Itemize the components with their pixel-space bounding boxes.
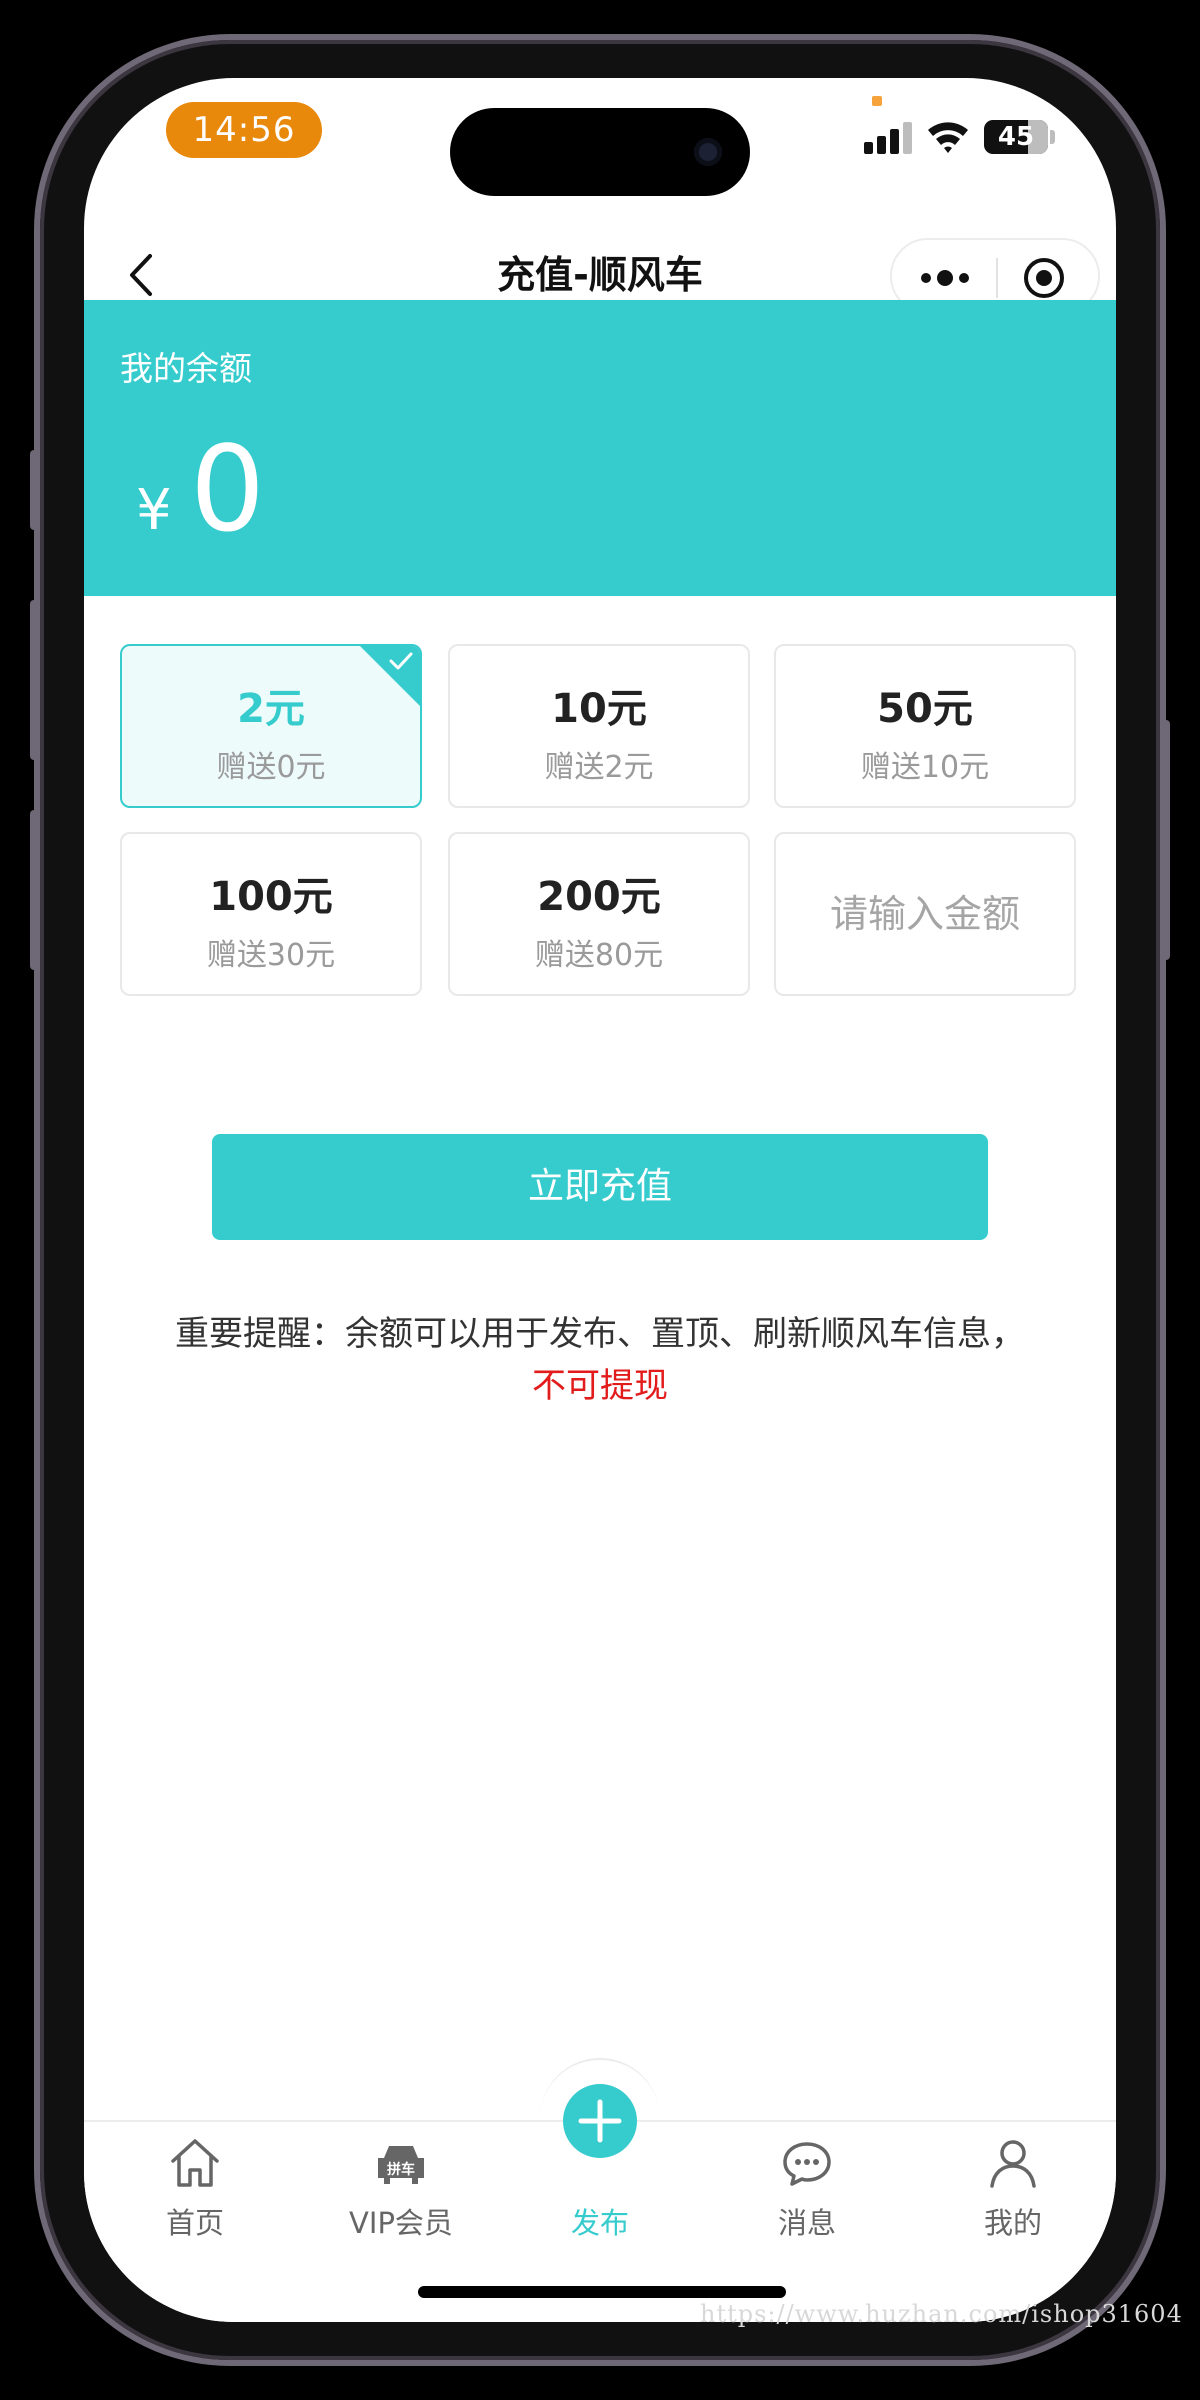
target-icon[interactable] bbox=[1022, 256, 1066, 300]
recharge-option-50[interactable]: 50元 赠送10元 bbox=[774, 644, 1076, 808]
recharge-option-100[interactable]: 100元 赠送30元 bbox=[120, 832, 422, 996]
tab-label: 我的 bbox=[983, 2206, 1042, 2240]
notice-warning: 不可提现 bbox=[532, 1366, 668, 1406]
recharge-option-2[interactable]: 2元 赠送0元 bbox=[120, 644, 422, 808]
dynamic-island bbox=[450, 108, 750, 196]
option-amount: 50元 bbox=[877, 686, 973, 732]
plus-icon bbox=[578, 2099, 622, 2143]
balance-amount: 0 bbox=[190, 420, 266, 558]
tab-label: 首页 bbox=[165, 2206, 224, 2240]
publish-button[interactable] bbox=[563, 2084, 637, 2158]
recharge-button[interactable]: 立即充值 bbox=[212, 1134, 988, 1240]
camera-icon bbox=[694, 138, 722, 166]
volume-down-button bbox=[30, 810, 38, 970]
tab-vip[interactable]: 拼车 VIP会员 bbox=[298, 2122, 504, 2252]
recharge-option-200[interactable]: 200元 赠送80元 bbox=[448, 832, 750, 996]
car-icon-text: 拼车 bbox=[387, 2161, 415, 2178]
check-icon bbox=[389, 652, 413, 670]
tab-home[interactable]: 首页 bbox=[92, 2122, 298, 2252]
battery-nub bbox=[1050, 130, 1055, 144]
tab-messages[interactable]: 消息 bbox=[704, 2122, 910, 2252]
car-icon: 拼车 bbox=[378, 2146, 424, 2184]
battery-level: 45 bbox=[997, 122, 1035, 152]
screen: 14:56 45 充值-顺风车 我的余额 ¥ 0 2元 赠送0元 10元 赠送2… bbox=[84, 78, 1116, 2322]
home-icon bbox=[171, 2139, 219, 2187]
chat-icon bbox=[783, 2142, 831, 2186]
user-icon bbox=[990, 2140, 1036, 2188]
notice: 重要提醒：余额可以用于发布、置顶、刷新顺风车信息， 不可提现 bbox=[84, 1308, 1116, 1412]
option-bonus: 赠送30元 bbox=[206, 938, 336, 973]
notice-text: 重要提醒：余额可以用于发布、置顶、刷新顺风车信息， bbox=[175, 1314, 1025, 1354]
option-bonus: 赠送2元 bbox=[544, 750, 654, 785]
home-indicator[interactable] bbox=[418, 2286, 786, 2298]
watermark: https://www.huzhan.com/ishop31604 bbox=[700, 2300, 1183, 2328]
wifi-icon bbox=[928, 122, 968, 153]
tab-publish[interactable]: 发布 bbox=[497, 2084, 703, 2252]
more-dots-icon[interactable] bbox=[916, 260, 974, 296]
battery-icon: 45 bbox=[984, 120, 1048, 154]
currency-sign: ¥ bbox=[136, 478, 172, 543]
custom-amount-input[interactable]: 请输入金额 bbox=[774, 832, 1076, 996]
custom-amount-placeholder: 请输入金额 bbox=[829, 892, 1020, 936]
option-amount: 10元 bbox=[551, 686, 647, 732]
chevron-left-icon[interactable] bbox=[120, 250, 164, 300]
privacy-indicator-icon bbox=[872, 96, 882, 106]
tab-label: 发布 bbox=[570, 2206, 629, 2240]
tab-profile[interactable]: 我的 bbox=[910, 2122, 1116, 2252]
balance-panel: 我的余额 ¥ 0 bbox=[84, 300, 1116, 596]
volume-up-button bbox=[30, 600, 38, 760]
tab-label: 消息 bbox=[777, 2206, 836, 2240]
option-bonus: 赠送10元 bbox=[860, 750, 990, 785]
side-button bbox=[30, 450, 38, 530]
recharge-option-10[interactable]: 10元 赠送2元 bbox=[448, 644, 750, 808]
status-bar: 14:56 45 bbox=[84, 78, 1116, 228]
option-amount: 100元 bbox=[209, 874, 333, 920]
status-time: 14:56 bbox=[166, 102, 322, 158]
option-bonus: 赠送80元 bbox=[534, 938, 664, 973]
power-button bbox=[1162, 720, 1170, 960]
balance-label: 我的余额 bbox=[120, 349, 252, 388]
option-amount: 200元 bbox=[537, 874, 661, 920]
option-bonus: 赠送0元 bbox=[216, 750, 326, 785]
cellular-signal-icon bbox=[864, 122, 916, 154]
capsule-divider bbox=[996, 258, 998, 298]
tab-label: VIP会员 bbox=[349, 2206, 453, 2240]
